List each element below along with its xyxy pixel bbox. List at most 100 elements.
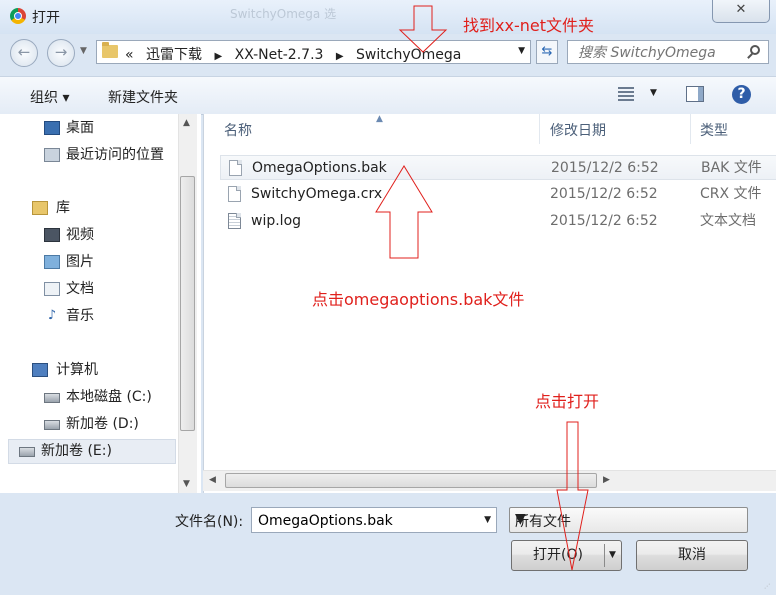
sidebar-item-label: 视频 [66,227,94,243]
folder-icon [102,42,118,58]
back-button[interactable]: ← [10,39,38,67]
recent-places-icon [44,148,60,162]
view-dropdown-icon[interactable]: ▼ [650,88,657,98]
sidebar-item-label: 新加卷 (D:) [66,416,139,432]
chrome-icon [10,8,26,24]
breadcrumb-item[interactable]: XX-Net-2.7.3 [235,47,324,63]
computer-icon [32,363,48,377]
sidebar-item-label: 图片 [66,254,94,270]
close-button[interactable]: ✕ [712,0,770,23]
sidebar-item-documents[interactable]: 文档 [44,278,94,300]
sidebar-item-videos[interactable]: 视频 [44,224,94,246]
forward-button[interactable]: → [47,39,75,67]
breadcrumb-item[interactable]: 迅雷下载 [146,47,202,63]
drive-icon [44,393,60,403]
refresh-icon: ⇆ [541,44,553,59]
window-title: 打开 [32,10,60,26]
breadcrumb-separator-icon[interactable]: ▶ [336,51,344,62]
annotation-click-file: 点击omegaoptions.bak文件 [312,290,525,309]
file-type: BAK 文件 [701,160,762,176]
resize-grip-icon[interactable]: ⋰ [764,583,774,593]
drive-icon [44,420,60,430]
scroll-right-icon[interactable]: ▶ [603,475,610,485]
sidebar-item-computer[interactable]: 计算机 [32,359,98,381]
sidebar-item-drive-c[interactable]: 本地磁盘 (C:) [44,386,152,408]
sidebar-item-label: 新加卷 (E:) [41,443,112,459]
column-header-type[interactable]: 类型 [700,120,728,140]
chevron-down-icon[interactable]: ▼ [484,515,491,525]
command-toolbar: 组织 ▾ 新建文件夹 ▼ ? [0,76,776,115]
recent-locations-dropdown[interactable]: ▼ [80,46,87,56]
file-list-scrollbar[interactable]: ◀ ▶ [203,470,776,491]
sidebar-item-drive-d[interactable]: 新加卷 (D:) [44,413,139,435]
file-icon [228,186,241,202]
video-library-icon [44,228,60,242]
breadcrumb-item[interactable]: SwitchyOmega [356,47,461,63]
sidebar-item-desktop[interactable]: 桌面 [44,117,94,139]
background-browser-tab: SwitchyOmega 选 [230,7,337,21]
cancel-button[interactable]: 取消 [636,540,748,571]
filename-input[interactable] [256,511,475,531]
file-name: wip.log [251,213,302,229]
view-options-icon[interactable] [618,87,634,101]
annotation-click-open: 点击打开 [535,392,600,411]
split-divider [604,544,605,567]
scroll-left-icon[interactable]: ◀ [209,475,216,485]
scroll-up-icon[interactable]: ▲ [183,118,190,128]
title-bar: 打开 SwitchyOmega 选 ✕ [0,0,776,34]
sidebar-item-music[interactable]: ♪ 音乐 [48,305,94,327]
navigation-pane-scrollbar[interactable]: ▲ ▼ [178,114,197,493]
annotation-find-folder: 找到xx-net文件夹 [463,16,594,35]
organize-button[interactable]: 组织 ▾ [30,87,69,107]
file-row[interactable]: SwitchyOmega.crx 2015/12/2 6:52 CRX 文件 [220,182,776,207]
new-folder-button[interactable]: 新建文件夹 [108,87,178,107]
file-date: 2015/12/2 6:52 [551,160,659,176]
file-icon [229,160,242,176]
refresh-button[interactable]: ⇆ [536,40,558,64]
search-input[interactable] [576,43,745,63]
music-library-icon: ♪ [47,308,57,323]
sidebar-item-drive-e[interactable]: 新加卷 (E:) [8,439,176,464]
search-box[interactable] [567,40,769,64]
chevron-down-icon: ▼ [515,511,526,527]
pictures-library-icon [44,255,60,269]
open-button[interactable]: 打开(O) ▼ [511,540,622,571]
preview-pane-icon[interactable] [686,86,704,102]
sidebar-item-label: 桌面 [66,120,94,136]
file-row[interactable]: wip.log 2015/12/2 6:52 文本文档 [220,209,776,234]
sidebar-item-label: 文档 [66,281,94,297]
back-arrow-icon: ← [17,43,31,61]
breadcrumb-separator-icon[interactable]: ▶ [214,51,222,62]
file-type: 文本文档 [700,213,756,229]
filename-combobox[interactable]: ▼ [251,507,497,533]
column-divider[interactable] [539,114,540,144]
scroll-thumb[interactable] [225,473,597,488]
open-options-dropdown-icon[interactable]: ▼ [609,541,616,570]
filename-label: 文件名(N): [175,514,244,530]
sidebar-item-label: 最近访问的位置 [66,147,164,163]
breadcrumb: « 迅雷下载 ▶ XX-Net-2.7.3 ▶ SwitchyOmega [125,44,461,64]
sidebar-item-pictures[interactable]: 图片 [44,251,94,273]
column-header-date[interactable]: 修改日期 [550,120,606,140]
column-header-name[interactable]: 名称 [224,120,252,140]
search-icon[interactable] [750,45,760,55]
file-row[interactable]: OmegaOptions.bak 2015/12/2 6:52 BAK 文件 [220,155,776,180]
sidebar-item-recent-places[interactable]: 最近访问的位置 [44,144,164,166]
file-name: SwitchyOmega.crx [251,186,383,202]
library-icon [32,201,48,215]
address-bar[interactable]: « 迅雷下载 ▶ XX-Net-2.7.3 ▶ SwitchyOmega ▼ [96,40,531,64]
file-date: 2015/12/2 6:52 [550,213,658,229]
sidebar-item-library[interactable]: 库 [32,197,70,219]
file-date: 2015/12/2 6:52 [550,186,658,202]
breadcrumb-overflow[interactable]: « [125,47,134,63]
help-icon[interactable]: ? [732,85,751,104]
column-divider[interactable] [690,114,691,144]
address-dropdown-icon[interactable]: ▼ [518,46,525,56]
scroll-down-icon[interactable]: ▼ [183,479,190,489]
filetype-select[interactable]: 所有文件 ▼ [509,507,748,533]
sidebar-item-label: 本地磁盘 (C:) [66,389,152,405]
navigation-pane: 桌面 最近访问的位置 库 视频 图片 文档 ♪ 音乐 计算机 本地磁盘 (C:)… [0,114,201,493]
sort-ascending-icon: ▲ [376,114,383,124]
scroll-thumb[interactable] [180,176,195,431]
sidebar-item-label: 音乐 [66,308,94,324]
